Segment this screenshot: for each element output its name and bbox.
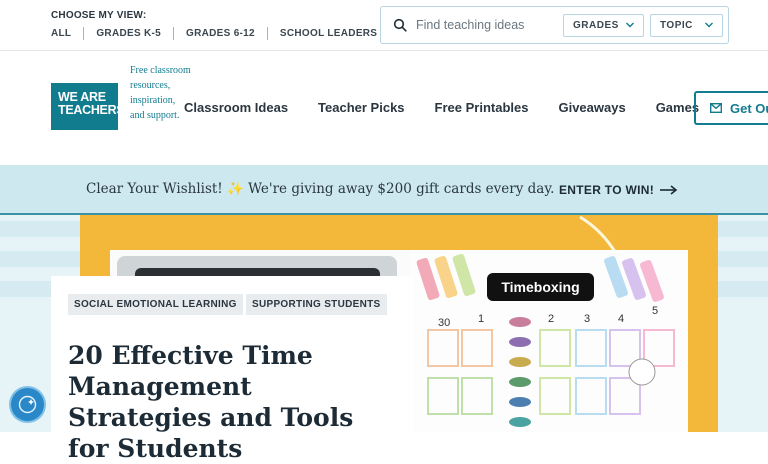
view-links: ALL GRADES K-5 GRADES 6-12 SCHOOL LEADER… — [51, 27, 377, 40]
newsletter-button[interactable]: Get Ou — [694, 91, 768, 125]
planner-day-number: 4 — [618, 313, 624, 325]
search-bar: GRADES TOPIC — [380, 6, 729, 44]
search-icon — [393, 18, 407, 32]
chevron-down-icon — [626, 22, 634, 28]
promo-banner[interactable]: Clear Your Wishlist! ✨ We're giving away… — [0, 165, 768, 215]
planner-rings — [509, 317, 531, 427]
sparkle-icon — [18, 395, 37, 414]
choose-view-title: CHOOSE MY VIEW: — [51, 10, 147, 21]
search-input[interactable] — [416, 13, 556, 37]
logo-line-2: TEACHERS — [58, 103, 125, 117]
view-link-grades-6-12[interactable]: GRADES 6-12 — [186, 28, 255, 39]
tag-supporting-students[interactable]: SUPPORTING STUDENTS — [246, 294, 387, 315]
planner-day-number: 5 — [652, 305, 658, 317]
envelope-icon — [710, 103, 722, 113]
chevron-down-icon — [705, 22, 713, 28]
promo-text: Clear Your Wishlist! ✨ We're giving away… — [86, 181, 555, 197]
planner-day-number: 2 — [548, 313, 554, 325]
view-link-school-leaders[interactable]: SCHOOL LEADERS — [280, 28, 377, 39]
planner-day-number: 1 — [478, 313, 484, 325]
article-title[interactable]: 20 Effective Time Management Strategies … — [68, 340, 398, 464]
planner-day-number: 3 — [584, 313, 590, 325]
divider — [83, 27, 85, 40]
nav-item-games[interactable]: Games — [656, 100, 699, 115]
nav-item-free-printables[interactable]: Free Printables — [435, 100, 529, 115]
accessibility-button[interactable] — [11, 388, 44, 421]
enter-to-win-label: ENTER TO WIN! — [559, 183, 655, 197]
planner-day-number: 30 — [438, 317, 450, 329]
view-link-grades-k5[interactable]: GRADES K-5 — [96, 28, 161, 39]
enter-to-win-link[interactable]: ENTER TO WIN! — [559, 183, 678, 197]
newsletter-button-label: Get Ou — [730, 100, 768, 116]
image-label: Timeboxing — [487, 273, 594, 301]
nav-item-classroom-ideas[interactable]: Classroom Ideas — [184, 100, 288, 115]
nav-item-giveaways[interactable]: Giveaways — [558, 100, 625, 115]
divider — [173, 27, 175, 40]
grades-select-label: GRADES — [573, 20, 619, 31]
topic-select-label: TOPIC — [660, 20, 693, 31]
nav-item-teacher-picks[interactable]: Teacher Picks — [318, 100, 404, 115]
topic-select[interactable]: TOPIC — [650, 14, 723, 37]
site-logo[interactable]: WE ARE TEACHERS — [51, 83, 125, 130]
grades-select[interactable]: GRADES — [563, 14, 644, 37]
utility-bar: CHOOSE MY VIEW: ALL GRADES K-5 GRADES 6-… — [0, 0, 768, 51]
tag-social-emotional-learning[interactable]: SOCIAL EMOTIONAL LEARNING — [68, 294, 243, 315]
planner-sticker — [628, 358, 656, 386]
divider — [266, 27, 268, 40]
site-tagline: Free classroom resources, inspiration, a… — [130, 65, 191, 121]
arrow-right-icon — [660, 185, 678, 195]
view-link-all[interactable]: ALL — [51, 28, 71, 39]
nav-menu: Classroom Ideas Teacher Picks Free Print… — [184, 100, 729, 115]
